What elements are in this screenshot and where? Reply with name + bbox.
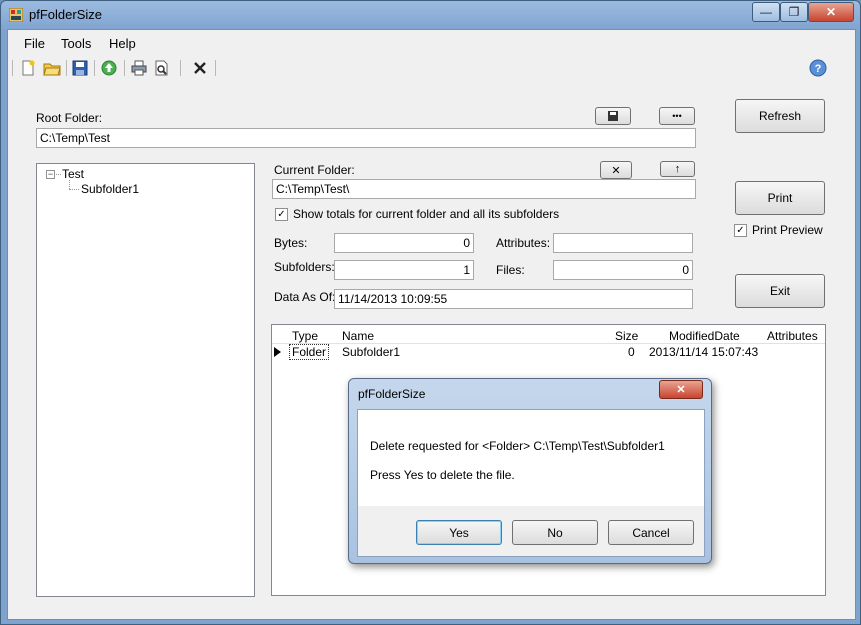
tree-line bbox=[69, 189, 79, 190]
minimize-button[interactable]: — bbox=[752, 2, 780, 22]
yes-button[interactable]: Yes bbox=[416, 520, 502, 545]
folder-tree[interactable]: − Test Subfolder1 bbox=[36, 163, 255, 597]
up-icon[interactable] bbox=[99, 58, 119, 78]
toolbar-separator bbox=[215, 60, 216, 76]
tree-node-root[interactable]: Test bbox=[62, 167, 84, 181]
menu-help[interactable]: Help bbox=[109, 36, 136, 51]
data-as-of-field: 11/14/2013 10:09:55 bbox=[334, 289, 693, 309]
dialog-message-line1: Delete requested for <Folder> C:\Temp\Te… bbox=[370, 439, 665, 453]
cell-type[interactable]: Folder bbox=[289, 344, 330, 360]
toolbar-separator bbox=[94, 60, 95, 76]
toolbar-grip bbox=[12, 60, 13, 76]
delete-icon[interactable] bbox=[190, 58, 210, 78]
print-button[interactable]: Print bbox=[735, 181, 825, 215]
close-button[interactable]: ✕ bbox=[808, 2, 854, 22]
app-icon bbox=[9, 8, 23, 22]
data-as-of-label: Data As Of: bbox=[274, 290, 336, 304]
root-folder-label: Root Folder: bbox=[36, 111, 103, 125]
subfolders-label: Subfolders: bbox=[274, 260, 335, 274]
subfolders-field: 1 bbox=[334, 260, 474, 280]
show-totals-label: Show totals for current folder and all i… bbox=[293, 207, 560, 221]
dialog-title: pfFolderSize bbox=[358, 387, 426, 401]
tree-line bbox=[56, 174, 61, 175]
open-folder-icon[interactable] bbox=[42, 58, 62, 78]
current-folder-label: Current Folder: bbox=[274, 163, 355, 177]
tree-node-subfolder[interactable]: Subfolder1 bbox=[81, 182, 139, 196]
clear-current-button[interactable]: ✕ bbox=[600, 161, 632, 179]
root-folder-input[interactable]: C:\Temp\Test bbox=[36, 128, 696, 148]
print-preview-label: Print Preview bbox=[752, 223, 823, 237]
up-folder-button[interactable]: ↑ bbox=[660, 161, 695, 177]
bytes-label: Bytes: bbox=[274, 236, 308, 250]
toolbar-separator bbox=[124, 60, 125, 76]
toolbar-separator bbox=[66, 60, 67, 76]
dialog-close-button[interactable]: ✕ bbox=[659, 380, 703, 399]
svg-text:?: ? bbox=[815, 63, 822, 75]
print-icon[interactable] bbox=[129, 58, 149, 78]
cell-modified[interactable]: 2013/11/14 15:07:43 bbox=[649, 345, 758, 359]
column-header-attributes[interactable]: Attributes bbox=[767, 329, 818, 343]
cancel-button[interactable]: Cancel bbox=[608, 520, 694, 545]
save-root-button[interactable] bbox=[595, 107, 631, 125]
menu-file[interactable]: File bbox=[24, 36, 45, 51]
no-button[interactable]: No bbox=[512, 520, 598, 545]
table-row[interactable]: Folder Subfolder1 0 2013/11/14 15:07:43 bbox=[272, 344, 825, 360]
refresh-button[interactable]: Refresh bbox=[735, 99, 825, 133]
attributes-label: Attributes: bbox=[496, 236, 551, 250]
restore-button[interactable]: ❐ bbox=[780, 2, 808, 22]
cell-name[interactable]: Subfolder1 bbox=[342, 345, 400, 359]
save-icon[interactable] bbox=[70, 58, 90, 78]
row-selector-icon bbox=[274, 347, 281, 357]
new-icon[interactable] bbox=[18, 58, 38, 78]
column-header-name[interactable]: Name bbox=[342, 329, 374, 343]
files-field: 0 bbox=[553, 260, 693, 280]
tree-line bbox=[69, 180, 70, 189]
files-label: Files: bbox=[496, 263, 525, 277]
print-preview-icon[interactable] bbox=[152, 58, 172, 78]
dialog-message-line2: Press Yes to delete the file. bbox=[370, 468, 515, 482]
toolbar-separator bbox=[180, 60, 181, 76]
attributes-field bbox=[553, 233, 693, 253]
dialog-message-area: Delete requested for <Folder> C:\Temp\Te… bbox=[358, 410, 704, 506]
column-header-size[interactable]: Size bbox=[615, 329, 638, 343]
column-header-type[interactable]: Type bbox=[292, 329, 318, 343]
window-title: pfFolderSize bbox=[29, 7, 102, 22]
current-folder-input[interactable]: C:\Temp\Test\ bbox=[272, 179, 696, 199]
floppy-icon bbox=[608, 111, 618, 121]
title-bar[interactable]: pfFolderSize — ❐ ✕ bbox=[1, 1, 861, 29]
help-icon[interactable]: ? bbox=[808, 58, 828, 78]
browse-root-button[interactable]: ••• bbox=[659, 107, 695, 125]
collapse-icon[interactable]: − bbox=[46, 170, 55, 179]
column-header-modified[interactable]: ModifiedDate bbox=[669, 329, 740, 343]
show-totals-checkbox[interactable]: ✓ bbox=[275, 208, 288, 221]
menu-tools[interactable]: Tools bbox=[61, 36, 91, 51]
dialog-body: Delete requested for <Folder> C:\Temp\Te… bbox=[357, 409, 705, 557]
bytes-field: 0 bbox=[334, 233, 474, 253]
cell-size[interactable]: 0 bbox=[628, 345, 635, 359]
confirm-dialog: pfFolderSize ✕ Delete requested for <Fol… bbox=[348, 378, 712, 564]
print-preview-checkbox[interactable]: ✓ bbox=[734, 224, 747, 237]
exit-button[interactable]: Exit bbox=[735, 274, 825, 308]
